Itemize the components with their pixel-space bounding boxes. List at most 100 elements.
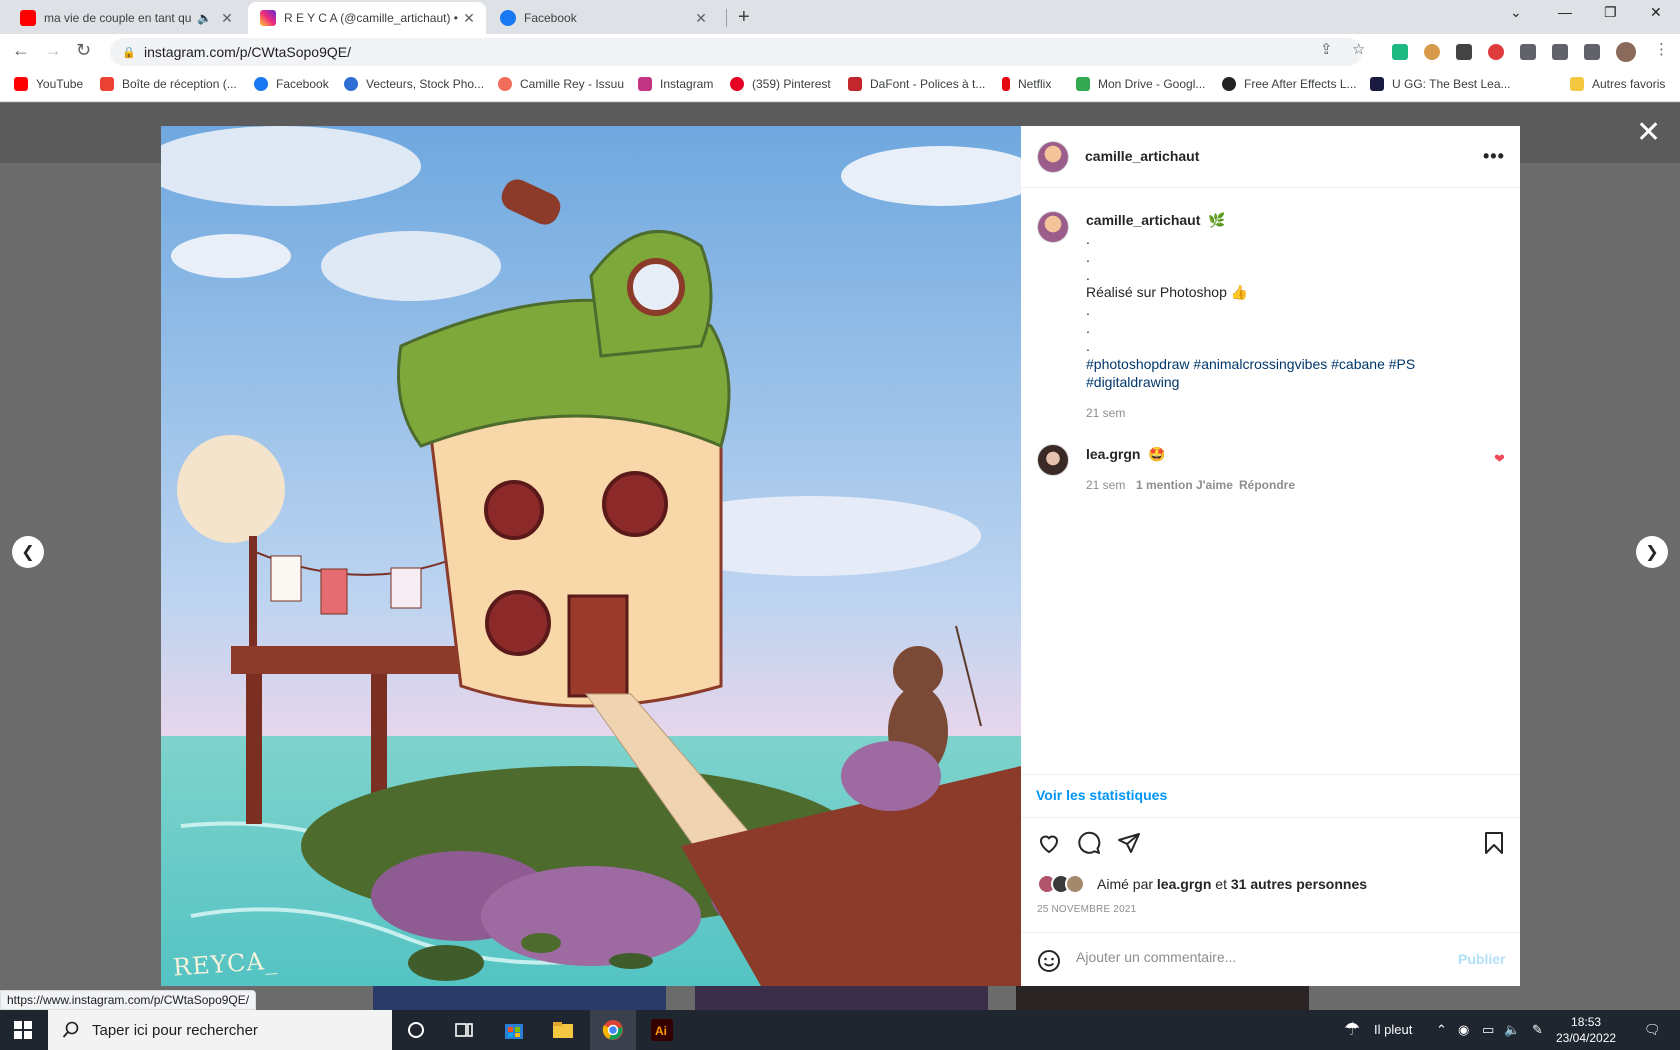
menu-icon[interactable]: ⋮ <box>1654 40 1669 58</box>
more-options-icon[interactable]: ••• <box>1483 146 1505 167</box>
comment-input[interactable] <box>1076 949 1436 965</box>
network-icon[interactable]: ▭ <box>1482 1022 1494 1038</box>
liker-username[interactable]: lea.grgn <box>1157 876 1211 892</box>
caption-line: . <box>1086 338 1090 354</box>
post-image[interactable]: REYCA_ <box>161 126 1021 986</box>
caption-timestamp[interactable]: 21 sem <box>1086 406 1125 420</box>
speaker-icon[interactable]: 🔈 <box>197 11 212 25</box>
facebook-icon <box>254 77 268 91</box>
new-tab-button[interactable]: + <box>738 6 750 29</box>
like-heart-icon[interactable] <box>1037 831 1061 855</box>
chrome-icon[interactable] <box>601 1018 625 1042</box>
bookmark-instagram[interactable]: Instagram <box>638 77 713 91</box>
webcam-icon[interactable]: ◉ <box>1458 1022 1469 1038</box>
view-statistics-link[interactable]: Voir les statistiques <box>1036 787 1167 803</box>
caption-line: . <box>1086 267 1090 283</box>
author-avatar[interactable] <box>1037 141 1069 173</box>
volume-icon[interactable]: 🔈 <box>1504 1022 1520 1038</box>
bookmark-other-folder[interactable]: Autres favoris <box>1570 77 1665 91</box>
tab-facebook[interactable]: Facebook ✕ <box>488 2 718 34</box>
taskbar-clock[interactable]: 18:53 23/04/2022 <box>1556 1014 1616 1046</box>
comment-like-heart-icon[interactable]: ❤ <box>1494 451 1505 467</box>
comment-likes-link[interactable]: 1 mention J'aime <box>1136 478 1233 492</box>
reload-button[interactable]: ↻ <box>76 40 91 61</box>
share-plane-icon[interactable] <box>1117 831 1141 855</box>
caption-author[interactable]: camille_artichaut 🌿 <box>1086 212 1226 229</box>
reading-list-icon[interactable] <box>1552 44 1568 60</box>
bookmark-after-effects[interactable]: Free After Effects L... <box>1222 77 1357 91</box>
forward-button[interactable]: → <box>44 40 62 61</box>
pen-icon[interactable]: ✎ <box>1532 1022 1543 1038</box>
caption-author-avatar[interactable] <box>1037 211 1069 243</box>
reply-button[interactable]: Répondre <box>1239 478 1295 492</box>
publish-button[interactable]: Publier <box>1458 951 1505 967</box>
author-username[interactable]: camille_artichaut <box>1085 148 1199 164</box>
address-bar[interactable]: 🔒 instagram.com/p/CWtaSopo9QE/ <box>110 38 1362 66</box>
vecteezy-icon <box>344 77 358 91</box>
grid-thumbnail[interactable] <box>695 985 988 1010</box>
task-view-icon[interactable] <box>452 1018 476 1042</box>
grid-thumbnail[interactable] <box>1016 985 1309 1010</box>
grid-thumbnail[interactable] <box>373 985 666 1010</box>
bookmark-gmail[interactable]: Boîte de réception (... <box>100 77 237 91</box>
extensions-puzzle-icon[interactable] <box>1520 44 1536 60</box>
post-header: camille_artichaut ••• <box>1021 126 1520 188</box>
bookmark-pinterest[interactable]: (359) Pinterest <box>730 77 831 91</box>
emoji-icon[interactable] <box>1037 949 1061 973</box>
address-url[interactable]: instagram.com/p/CWtaSopo9QE/ <box>144 44 351 60</box>
tab-youtube[interactable]: ma vie de couple en tant qu 🔈 ✕ <box>8 2 244 34</box>
bookmark-issuu[interactable]: Camille Rey - Issuu <box>498 77 624 91</box>
extension-icon[interactable] <box>1392 44 1408 60</box>
dafont-icon <box>848 77 862 91</box>
save-bookmark-icon[interactable] <box>1483 831 1505 855</box>
lock-icon[interactable]: 🔒 <box>122 46 136 59</box>
caption-hashtags[interactable]: #photoshopdraw #animalcrossingvibes #cab… <box>1086 355 1506 391</box>
tab-close-icon[interactable]: ✕ <box>218 10 236 27</box>
tab-close-icon[interactable]: ✕ <box>460 10 478 27</box>
bookmark-ugg[interactable]: U GG: The Best Lea... <box>1370 77 1511 91</box>
comment-timestamp[interactable]: 21 sem <box>1086 478 1125 492</box>
chevron-up-icon[interactable]: ⌃ <box>1436 1022 1447 1038</box>
share-icon[interactable]: ⇪ <box>1320 40 1333 58</box>
extension-w-icon[interactable] <box>1456 44 1472 60</box>
bookmark-netflix[interactable]: Netflix <box>1002 77 1051 91</box>
bookmark-vecteurs[interactable]: Vecteurs, Stock Pho... <box>344 77 484 91</box>
notifications-icon[interactable]: 🗨 <box>1644 1022 1661 1038</box>
store-icon[interactable] <box>502 1018 526 1042</box>
bookmark-drive[interactable]: Mon Drive - Googl... <box>1076 77 1205 91</box>
taskbar-search[interactable]: Taper ici pour rechercher <box>48 1010 392 1050</box>
minimize-button[interactable]: — <box>1558 4 1572 20</box>
close-window-button[interactable]: ✕ <box>1650 4 1662 21</box>
weather-text[interactable]: Il pleut <box>1374 1022 1412 1037</box>
bookmark-dafont[interactable]: DaFont - Polices à t... <box>848 77 985 91</box>
tab-close-icon[interactable]: ✕ <box>692 10 710 27</box>
cortana-icon[interactable] <box>404 1018 428 1042</box>
bookmark-youtube[interactable]: YouTube <box>14 77 83 91</box>
previous-post-button[interactable]: ❮ <box>12 536 44 568</box>
maximize-button[interactable]: ❐ <box>1604 4 1617 21</box>
tab-instagram[interactable]: R E Y C A (@camille_artichaut) • I ✕ <box>248 2 486 34</box>
liked-by: Aimé par lea.grgn et 31 autres personnes <box>1037 874 1367 894</box>
post-date[interactable]: 25 NOVEMBRE 2021 <box>1037 904 1136 915</box>
windows-start-icon[interactable] <box>14 1021 32 1039</box>
file-explorer-icon[interactable] <box>551 1018 575 1042</box>
other-likers-link[interactable]: 31 autres personnes <box>1231 876 1367 892</box>
adblock-icon[interactable] <box>1488 44 1504 60</box>
weather-umbrella-icon[interactable]: ☂ <box>1344 1019 1360 1040</box>
bookmark-star-icon[interactable]: ☆ <box>1352 40 1365 58</box>
next-post-button[interactable]: ❯ <box>1636 536 1668 568</box>
comment-bubble-icon[interactable] <box>1077 831 1101 855</box>
profile-avatar[interactable] <box>1616 42 1636 62</box>
bookmark-facebook[interactable]: Facebook <box>254 77 329 91</box>
artwork-illustration <box>161 126 1021 986</box>
cookie-extension-icon[interactable] <box>1424 44 1440 60</box>
illustrator-icon[interactable]: Ai <box>650 1018 674 1042</box>
back-button[interactable]: ← <box>12 40 30 61</box>
commenter-avatar[interactable] <box>1037 444 1069 476</box>
side-panel-icon[interactable] <box>1584 44 1600 60</box>
close-modal-icon[interactable]: ✕ <box>1636 115 1661 150</box>
commenter-username[interactable]: lea.grgn <box>1086 446 1140 462</box>
caption-line: . <box>1086 231 1090 247</box>
tab-search-button[interactable]: ⌄ <box>1510 4 1522 21</box>
liker-avatar[interactable] <box>1065 874 1085 894</box>
